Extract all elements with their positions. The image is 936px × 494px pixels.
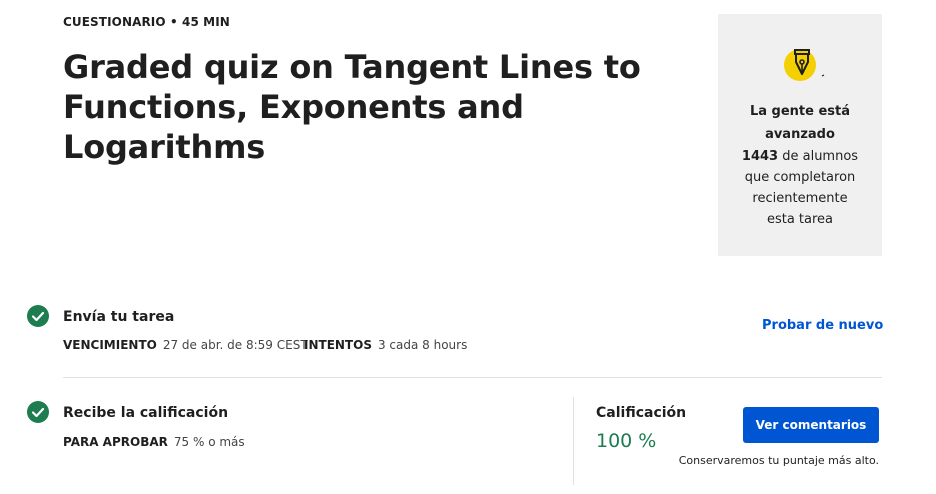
highest-score-note: Conservaremos tu puntaje más alto.: [678, 454, 879, 467]
progress-description: 1443 de alumnos que completaron reciente…: [741, 149, 859, 227]
pen-nib-icon: [784, 49, 825, 81]
submit-step-title: Envía tu tarea: [63, 309, 175, 325]
progress-heading: La gente está avanzado: [749, 104, 851, 142]
section-divider: [63, 377, 882, 378]
grade-value: 100 %: [596, 430, 657, 452]
view-feedback-button[interactable]: Ver comentarios: [743, 407, 879, 443]
due-date: VENCIMIENTO 27 de abr. de 8:59 CEST: [63, 338, 308, 352]
progress-card: La gente está avanzado 1443 de alumnos q…: [718, 14, 882, 256]
grade-label: Calificación: [596, 405, 687, 421]
vertical-divider: [573, 397, 574, 485]
attempts: INTENTOS 3 cada 8 hours: [304, 338, 468, 352]
check-circle-icon: [27, 305, 49, 327]
passing-grade: PARA APROBAR 75 % o más: [63, 435, 245, 449]
grade-step-title: Recibe la calificación: [63, 405, 229, 421]
check-circle-icon: [27, 401, 49, 423]
quiz-meta: CUESTIONARIO • 45 MIN: [63, 15, 230, 29]
page-title: Graded quiz on Tangent Lines to Function…: [63, 48, 641, 166]
learner-count: 1443: [741, 149, 779, 164]
retry-link[interactable]: Probar de nuevo: [762, 318, 883, 333]
